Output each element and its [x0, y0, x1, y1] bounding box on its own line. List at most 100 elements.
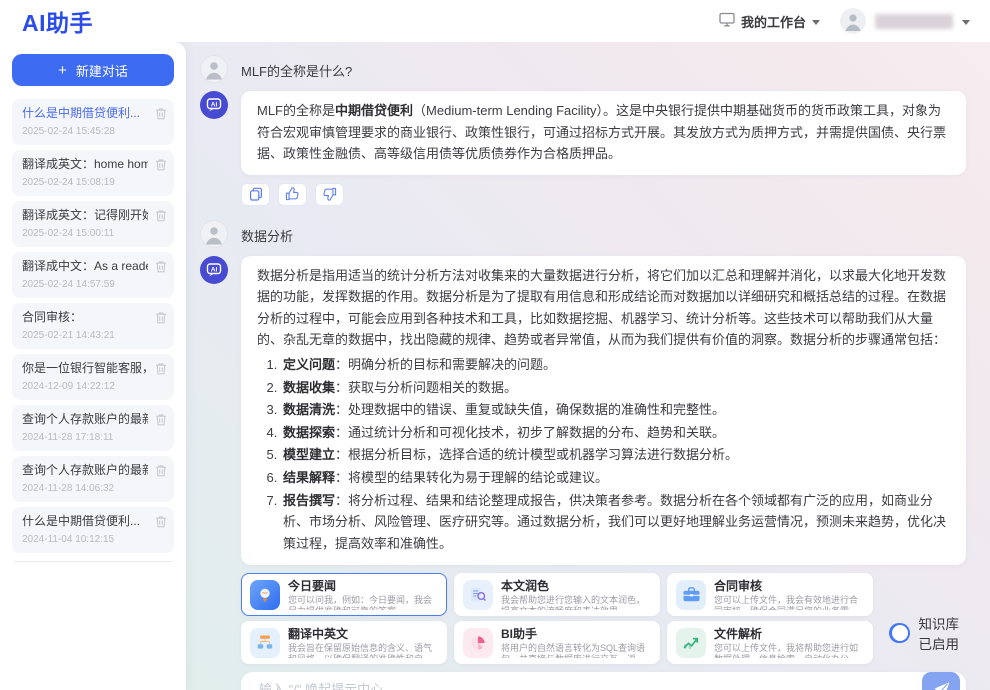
svg-text:AI: AI	[211, 266, 218, 273]
conversation-time: 2024-11-28 14:06:32	[22, 483, 148, 495]
knowledge-base-toggle-group: 知识库已启用	[889, 613, 966, 653]
chevron-down-icon	[962, 20, 970, 25]
conversation-list: 什么是中期借贷便利... 2025-02-24 15:45:28 翻译成英文：hom…	[12, 99, 174, 558]
delete-conversation-icon[interactable]	[155, 413, 167, 426]
conversation-item[interactable]: 合同审核：2025-02-21 14:43:21	[12, 303, 174, 349]
card-desc: 您可以上传文件，我会有效地进行合同审核，确保合同满足您的业务需求。	[714, 595, 864, 610]
card-desc: 您可以上传文件，我将帮助您进行如数据处理、信息检索、自动化办公等。	[714, 643, 864, 658]
plus-icon: +	[58, 62, 67, 79]
conversation-title: 翻译成中文：As a reader...	[22, 259, 148, 274]
composer	[241, 672, 966, 690]
conversation-item[interactable]: 你是一位银行智能客服，...2024-12-09 14:22:12	[12, 354, 174, 400]
card-desc: 我会旨在保留原始信息的含义、语气和风格，以确保翻译的准确性和自然流畅。	[288, 643, 438, 658]
user-message: 数据分析	[200, 220, 966, 248]
card-desc: 将用户的自然语言转化为SQL查询语句，并直接与数据库进行交互，返回智能推荐的图表…	[501, 643, 651, 658]
card-title: 本文润色	[501, 579, 651, 593]
card-desc: 我会帮助您进行您输入的文本润色，提高文本的流畅度和表达效果。	[501, 595, 651, 610]
sidebar: + 新建对话 什么是中期借贷便利... 2025-02-24 15:45:28 翻译…	[0, 42, 186, 690]
user-avatar	[200, 55, 228, 83]
quick-card[interactable]: 合同审核您可以上传文件，我会有效地进行合同审核，确保合同满足您的业务需求。	[667, 573, 873, 616]
trend-chart-icon	[676, 628, 706, 658]
conversation-time: 2025-02-24 15:08:19	[22, 177, 148, 189]
delete-conversation-icon[interactable]	[155, 362, 167, 375]
conversation-item[interactable]: 什么是中期借贷便利... 2025-02-24 15:45:28	[12, 99, 174, 145]
card-title: 文件解析	[714, 627, 864, 641]
conversation-item[interactable]: 查询个人存款账户的最新... 2024-11-28 14:06:32	[12, 456, 174, 502]
conversation-title: 什么是中期借贷便利...	[22, 106, 148, 121]
analysis-step: 数据探索：通过统计分析和可视化技术，初步了解数据的分布、趋势和关联。	[281, 422, 950, 444]
conversation-title: 查询个人存款账户的最新...	[22, 463, 148, 478]
copy-button[interactable]	[241, 183, 270, 206]
monitor-icon	[719, 12, 735, 30]
thumbs-up-button[interactable]	[278, 183, 307, 206]
knowledge-base-label: 知识库已启用	[919, 613, 966, 653]
conversation-time: 2025-02-24 15:45:28	[22, 126, 148, 138]
ai-message-bubble: MLF的全称是中期借贷便利（Medium-term Lending Facili…	[241, 91, 966, 175]
workspace-label: 我的工作台	[741, 12, 806, 31]
delete-conversation-icon[interactable]	[155, 464, 167, 477]
analysis-step: 数据收集：获取与分析问题相关的数据。	[281, 377, 950, 399]
quick-card[interactable]: 翻译中英文我会旨在保留原始信息的含义、语气和风格，以确保翻译的准确性和自然流畅。	[241, 621, 447, 664]
delete-conversation-icon[interactable]	[155, 209, 167, 222]
thumbs-down-icon	[322, 187, 337, 201]
conversation-title: 什么是中期借贷便利...	[22, 514, 148, 529]
conversation-title: 你是一位银行智能客服，...	[22, 361, 148, 376]
delete-conversation-icon[interactable]	[155, 107, 167, 120]
card-title: 今日要闻	[288, 579, 438, 593]
delete-conversation-icon[interactable]	[155, 515, 167, 528]
analysis-step: 报告撰写：将分析过程、结果和结论整理成报告，供决策者参考。数据分析在各个领域都有…	[281, 490, 950, 555]
card-title: 翻译中英文	[288, 627, 438, 641]
card-title: 合同审核	[714, 579, 864, 593]
ai-message: AI 数据分析是指用适当的统计分析方法对收集来的大量数据进行分析，将它们加以汇总…	[200, 256, 966, 566]
user-message-text: MLF的全称是什么?	[241, 55, 352, 83]
polish-icon	[463, 580, 493, 610]
analysis-step: 结果解释：将模型的结果转化为易于理解的结论或建议。	[281, 467, 950, 489]
new-chat-button[interactable]: + 新建对话	[12, 54, 174, 86]
thumbs-down-button[interactable]	[315, 183, 344, 206]
conversation-item[interactable]: 翻译成英文：记得刚开始...2025-02-24 15:00:11	[12, 201, 174, 247]
user-message-text: 数据分析	[241, 220, 293, 248]
quick-cards-grid: 今日要闻您可以问我，例如：今日要闻，我会尽力提供准确和可靠的答案。本文润色我会帮…	[241, 573, 873, 664]
card-desc: 您可以问我，例如：今日要闻，我会尽力提供准确和可靠的答案。	[288, 595, 438, 610]
user-avatar	[200, 220, 228, 248]
conversation-item[interactable]: 翻译成中文：As a reader... 2025-02-24 14:57:59	[12, 252, 174, 298]
ai-text: MLF的全称是	[257, 103, 335, 118]
send-button[interactable]	[922, 672, 960, 690]
thumbs-up-icon	[285, 187, 300, 201]
ai-avatar: AI	[200, 91, 228, 119]
delete-conversation-icon[interactable]	[155, 260, 167, 273]
app-logo: AI助手	[22, 4, 93, 38]
svg-text:AI: AI	[211, 101, 218, 108]
user-menu[interactable]	[840, 8, 970, 34]
knowledge-base-toggle[interactable]	[889, 623, 910, 643]
conversation-item[interactable]: 查询个人存款账户的最新...2024-11-28 17:18:11	[12, 405, 174, 451]
ai-text-bold: 中期借贷便利	[335, 103, 413, 118]
quick-card[interactable]: 今日要闻您可以问我，例如：今日要闻，我会尽力提供准确和可靠的答案。	[241, 573, 447, 616]
translate-icon	[250, 628, 280, 658]
send-icon	[932, 680, 951, 690]
analysis-step: 数据清洗：处理数据中的错误、重复或缺失值，确保数据的准确性和完整性。	[281, 399, 950, 421]
quick-card[interactable]: 本文润色我会帮助您进行您输入的文本润色，提高文本的流畅度和表达效果。	[454, 573, 660, 616]
conversation-time: 2025-02-24 14:57:59	[22, 279, 148, 291]
quick-card[interactable]: 文件解析您可以上传文件，我将帮助您进行如数据处理、信息检索、自动化办公等。	[667, 621, 873, 664]
analysis-step: 模型建立：根据分析目标，选择合适的统计模型或机器学习算法进行数据分析。	[281, 444, 950, 466]
ai-message: AI MLF的全称是中期借贷便利（Medium-term Lending Fac…	[200, 91, 966, 175]
ai-avatar: AI	[200, 256, 228, 284]
user-name-redacted	[875, 14, 953, 29]
user-message: MLF的全称是什么?	[200, 55, 966, 83]
conversation-item[interactable]: 什么是中期借贷便利...2024-11-04 10:12:15	[12, 507, 174, 553]
toggle-knob	[892, 625, 908, 641]
chevron-down-icon	[812, 20, 820, 25]
delete-conversation-icon[interactable]	[155, 311, 167, 324]
workspace-menu[interactable]: 我的工作台	[719, 12, 820, 31]
conversation-item[interactable]: 翻译成英文：home home2025-02-24 15:08:19	[12, 150, 174, 196]
bulb-icon	[250, 580, 280, 610]
delete-conversation-icon[interactable]	[155, 158, 167, 171]
copy-icon	[249, 187, 263, 201]
quick-cards-section: 今日要闻您可以问我，例如：今日要闻，我会尽力提供准确和可靠的答案。本文润色我会帮…	[241, 573, 966, 664]
quick-card[interactable]: BI助手将用户的自然语言转化为SQL查询语句，并直接与数据库进行交互，返回智能推…	[454, 621, 660, 664]
message-actions	[241, 183, 966, 206]
briefcase-icon	[676, 580, 706, 610]
new-chat-label: 新建对话	[76, 61, 128, 80]
message-input[interactable]	[259, 682, 922, 690]
